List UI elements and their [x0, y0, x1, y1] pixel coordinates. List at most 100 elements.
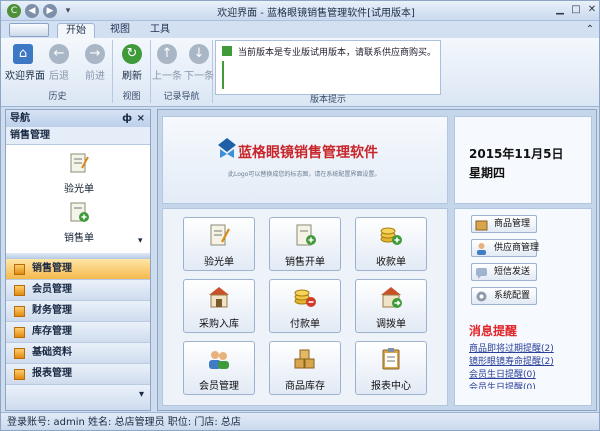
tab-view[interactable]: 视图	[105, 23, 135, 38]
sms-icon	[476, 268, 487, 279]
function-panel: 验光单 销售开单 收款单 采购入库 付款单 调拨单 会员管理 商品库存 报表中心	[162, 208, 448, 406]
side-button-label: 短信发送	[494, 267, 531, 277]
nav-scroll-icon[interactable]: ▾	[138, 236, 143, 246]
function-label: 采购入库	[199, 319, 239, 330]
function-label: 商品库存	[285, 381, 325, 392]
current-date: 2015年11月5日	[469, 147, 564, 161]
receipt-button[interactable]: 收款单	[355, 217, 427, 271]
notice-bar	[222, 61, 224, 89]
welcome-button[interactable]: ⌂ 欢迎界面	[5, 44, 45, 82]
nav-item-inventory[interactable]: 库存管理	[6, 321, 150, 342]
sales-order-button[interactable]: 销售开单	[269, 217, 341, 271]
nav-close-icon[interactable]: ×	[137, 110, 145, 127]
forward-icon: →	[85, 44, 105, 64]
stock-button[interactable]: 商品库存	[269, 341, 341, 395]
report-center-button[interactable]: 报表中心	[355, 341, 427, 395]
nav-item-members[interactable]: 会员管理	[6, 279, 150, 300]
message-link[interactable]: 会员生日提醒(0)	[469, 380, 536, 389]
product-icon	[475, 220, 488, 231]
tab-tools[interactable]: 工具	[145, 23, 175, 38]
folder-icon	[14, 306, 25, 317]
next-record-label: 下一条	[184, 71, 214, 82]
app-menu-button[interactable]	[9, 23, 49, 37]
nav-header: 导航 ф ×	[6, 110, 150, 127]
message-link[interactable]: 商品即将过期提醒(2)	[469, 341, 554, 354]
welcome-label: 欢迎界面	[5, 71, 45, 82]
ribbon-collapse-icon[interactable]: ⌃	[583, 23, 597, 38]
refresh-button[interactable]: ↻ 刷新	[114, 44, 150, 82]
nav-item-finance[interactable]: 财务管理	[6, 300, 150, 321]
record-nav-caption: 记录导航	[163, 92, 200, 102]
users-icon	[209, 351, 229, 369]
product-mgmt-button[interactable]: 商品管理	[471, 215, 537, 233]
nav-pane: 导航 ф × 销售管理 验光单 销售单 ▾ 销售管理 会员管理 财务管理 库存管…	[5, 109, 151, 411]
pin-icon[interactable]: ф	[122, 110, 132, 127]
forward-button[interactable]: → 前进	[77, 44, 113, 82]
back-button[interactable]: ← 后退	[41, 44, 77, 82]
sms-send-button[interactable]: 短信发送	[471, 263, 537, 281]
forward-label: 前进	[85, 71, 105, 82]
back-icon: ←	[49, 44, 69, 64]
sales-label: 销售单	[64, 233, 94, 244]
nav-more-button[interactable]: ▾	[6, 384, 150, 410]
function-label: 收款单	[376, 257, 406, 268]
app-logo-icon[interactable]: C	[7, 4, 21, 18]
refresh-icon: ↻	[122, 44, 142, 64]
folder-icon	[14, 285, 25, 296]
prev-record-label: 上一条	[152, 71, 182, 82]
nav-item-label: 销售管理	[32, 263, 72, 274]
minimize-button[interactable]: ▁	[553, 3, 567, 17]
history-caption: 历史	[48, 92, 67, 102]
nav-item-reports[interactable]: 报表管理	[6, 363, 150, 384]
notice-icon	[222, 46, 232, 56]
nav-icon-sales[interactable]: 销售单	[54, 201, 104, 244]
boxes-icon	[294, 349, 315, 369]
side-button-label: 系统配置	[494, 291, 531, 301]
function-label: 会员管理	[199, 381, 239, 392]
nav-section-title: 销售管理	[6, 127, 150, 145]
window-title: 欢迎界面 - 蓝格眼镜销售管理软件[试用版本]	[217, 8, 415, 19]
function-label: 验光单	[204, 257, 234, 268]
supplier-mgmt-button[interactable]: 供应商管理	[471, 239, 539, 257]
sales-doc-icon	[70, 202, 89, 222]
folder-icon	[14, 264, 25, 275]
nav-icon-prescription[interactable]: 验光单	[54, 152, 104, 195]
next-record-button[interactable]: ↓ 下一条	[181, 44, 217, 82]
prescription-icon	[210, 224, 230, 246]
status-bar: 登录账号: admin 姓名: 总店管理员 职位: 门店: 总店	[1, 412, 599, 430]
side-panel: 商品管理 供应商管理 短信发送 系统配置 消息提醒 商品即将过期提醒(2) 镜形…	[454, 208, 592, 406]
prev-record-button[interactable]: ↑ 上一条	[149, 44, 185, 82]
function-label: 付款单	[290, 319, 320, 330]
forward-arrow-icon[interactable]: ▶	[43, 4, 57, 18]
message-link[interactable]: 会员生日提醒(0)	[469, 367, 536, 380]
system-config-button[interactable]: 系统配置	[471, 287, 537, 305]
message-title: 消息提醒	[469, 324, 518, 338]
nav-item-basic-data[interactable]: 基础资料	[6, 342, 150, 363]
current-weekday: 星期四	[469, 166, 506, 180]
prescription-button[interactable]: 验光单	[183, 217, 255, 271]
function-label: 调拨单	[376, 319, 406, 330]
back-arrow-icon[interactable]: ◀	[25, 4, 39, 18]
nav-item-label: 财务管理	[32, 305, 72, 316]
date-panel: 2015年11月5日 星期四	[454, 116, 592, 204]
notice-text: 当前版本是专业版试用版本，请联系供应商购买。	[238, 48, 437, 58]
purchase-in-button[interactable]: 采购入库	[183, 279, 255, 333]
ribbon-tabs: 开始 视图 工具 ⌃	[1, 21, 599, 38]
folder-icon	[14, 348, 25, 359]
up-arrow-icon: ↑	[157, 44, 177, 64]
refresh-label: 刷新	[122, 71, 142, 82]
brand-title: 蓝格眼镜销售管理软件	[238, 145, 378, 161]
nav-item-label: 基础资料	[32, 347, 72, 358]
nav-item-label: 报表管理	[32, 368, 72, 379]
payment-button[interactable]: 付款单	[269, 279, 341, 333]
close-button[interactable]: ✕	[585, 3, 599, 17]
transfer-button[interactable]: 调拨单	[355, 279, 427, 333]
tab-start[interactable]: 开始	[57, 23, 95, 38]
maximize-button[interactable]: □	[569, 3, 583, 17]
quick-access-dropdown-icon[interactable]: ▾	[61, 4, 75, 18]
message-link[interactable]: 镜形眼镜寿命提醒(2)	[469, 354, 554, 367]
member-mgmt-button[interactable]: 会员管理	[183, 341, 255, 395]
nav-item-sales[interactable]: 销售管理	[6, 258, 150, 279]
version-notice: 当前版本是专业版试用版本，请联系供应商购买。	[215, 40, 441, 95]
coins-minus-icon	[294, 289, 316, 307]
